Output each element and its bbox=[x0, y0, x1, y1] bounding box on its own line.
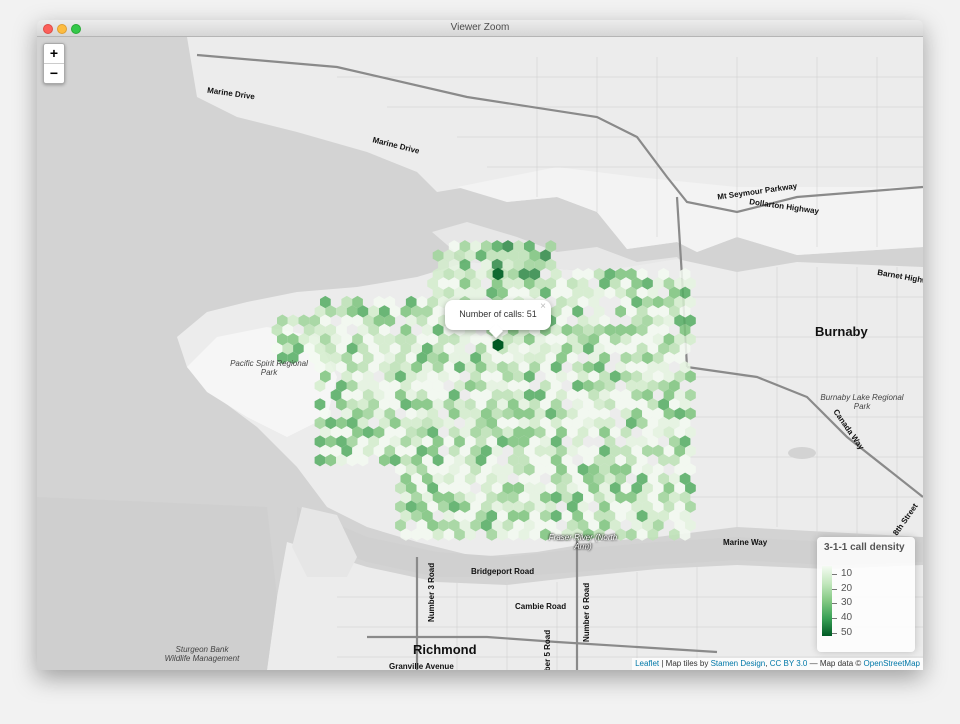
legend: 3-1-1 call density 10 20 30 40 50 bbox=[817, 537, 915, 652]
legend-label-30: 30 bbox=[841, 597, 853, 608]
label-marine-way: Marine Way bbox=[723, 538, 768, 547]
hexbin-popup: Number of calls: 51 × bbox=[445, 300, 551, 339]
popup-close-button[interactable]: × bbox=[540, 301, 546, 312]
zoom-control: + − bbox=[43, 43, 65, 84]
label-number6: Number 6 Road bbox=[582, 582, 591, 642]
label-burnaby: Burnaby bbox=[815, 324, 868, 339]
viewer-window: Viewer Zoom Marine Drive Marine Drive Mt… bbox=[37, 20, 923, 670]
label-fraser-river: Fraser River (North Arm) bbox=[548, 533, 618, 551]
label-bridgeport: Bridgeport Road bbox=[471, 567, 535, 576]
window-title: Viewer Zoom bbox=[450, 22, 510, 33]
legend-title: 3-1-1 call density bbox=[824, 542, 905, 553]
leaflet-link[interactable]: Leaflet bbox=[635, 659, 659, 668]
legend-label-50: 50 bbox=[841, 627, 853, 638]
legend-color-ramp bbox=[822, 566, 832, 636]
legend-label-40: 40 bbox=[841, 612, 853, 623]
legend-label-20: 20 bbox=[841, 583, 853, 594]
stamen-link[interactable]: Stamen Design bbox=[711, 659, 766, 668]
label-number5: Number 5 Road bbox=[543, 629, 552, 670]
label-pacific-spirit: Pacific Spirit Regional Park bbox=[230, 359, 308, 377]
cc-link[interactable]: CC BY 3.0 bbox=[770, 659, 808, 668]
map-view[interactable]: Marine Drive Marine Drive Mt Seymour Par… bbox=[37, 37, 923, 670]
zoom-out-button[interactable]: − bbox=[44, 64, 64, 83]
attribution: Leaflet | Map tiles by Stamen Design, CC… bbox=[632, 658, 923, 670]
zoom-in-button[interactable]: + bbox=[44, 44, 64, 64]
label-number3: Number 3 Road bbox=[427, 562, 436, 622]
label-cambie: Cambie Road bbox=[515, 602, 567, 611]
label-richmond: Richmond bbox=[413, 642, 477, 657]
legend-label-10: 10 bbox=[841, 568, 853, 579]
label-burnaby-lake: Burnaby Lake Regional Park bbox=[820, 393, 904, 411]
osm-link[interactable]: OpenStreetMap bbox=[864, 659, 920, 668]
popup-text: Number of calls: 51 bbox=[459, 309, 537, 319]
label-sturgeon-bank: Sturgeon Bank Wildlife Management bbox=[164, 645, 240, 663]
title-bar: Viewer Zoom bbox=[37, 20, 923, 37]
label-granville: Granville Avenue bbox=[389, 662, 454, 670]
